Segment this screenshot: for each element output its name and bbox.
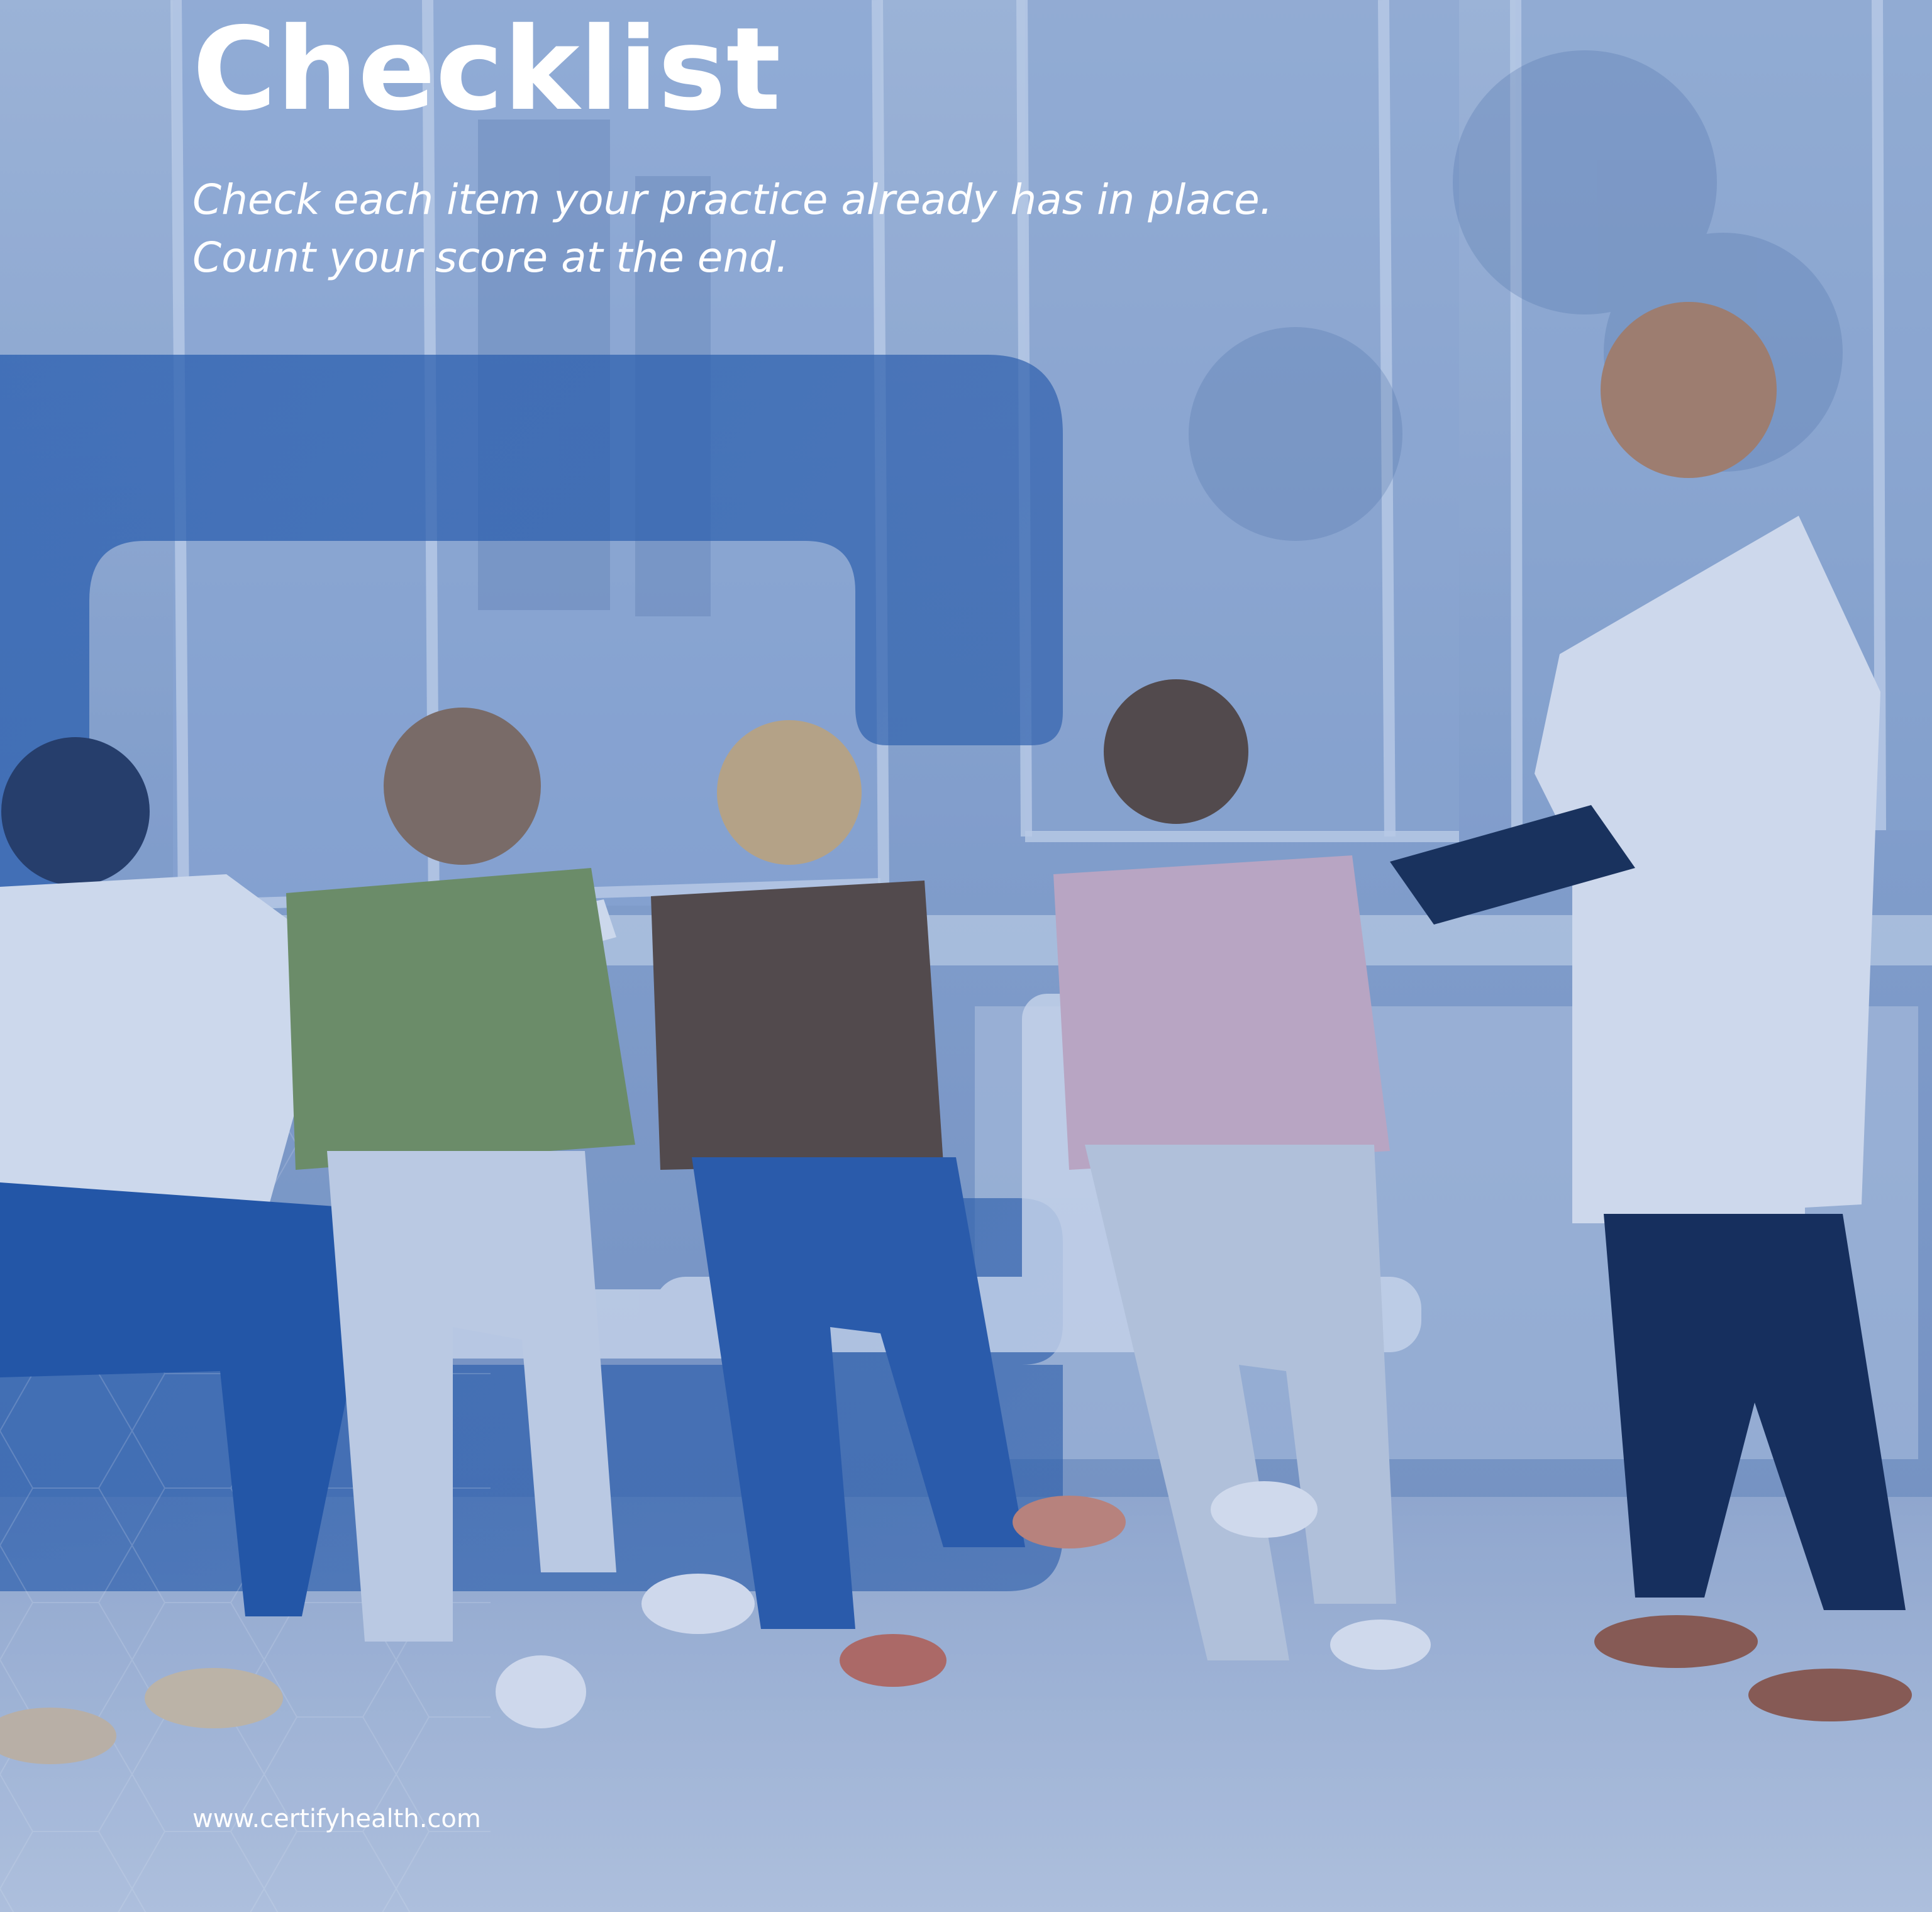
website-link[interactable]: www.certifyhealth.com: [192, 1803, 481, 1835]
page-title: Checklist: [192, 3, 781, 136]
checklist-page: Checklist Check each item your practice …: [0, 0, 1932, 1912]
blue-photo-overlay: [0, 0, 1932, 1912]
instructions-line-2: Count your score at the end.: [192, 233, 789, 282]
checklist-instructions: Check each item your practice already ha…: [192, 171, 1387, 287]
instructions-line-1: Check each item your practice already ha…: [192, 175, 1273, 224]
